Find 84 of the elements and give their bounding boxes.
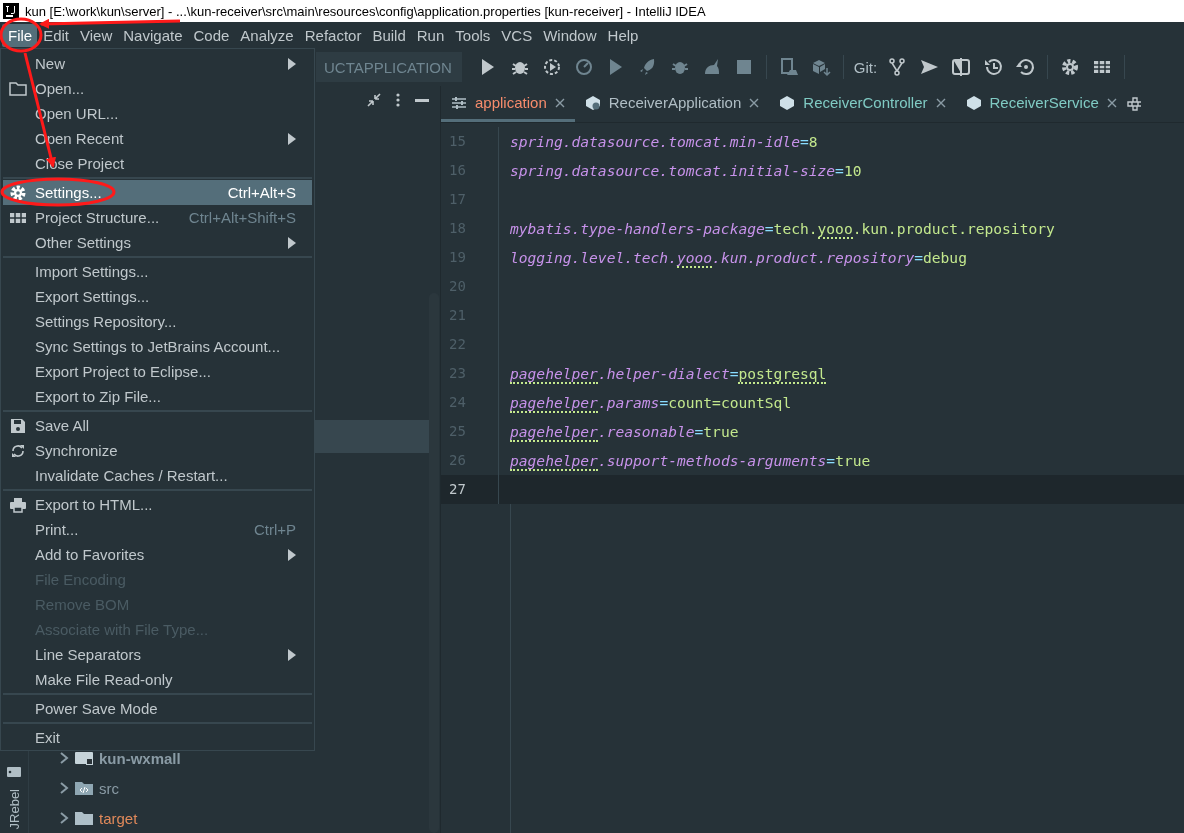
menu-option[interactable]: Export to HTML... [3, 492, 312, 517]
more-icon[interactable] [396, 91, 400, 108]
panel-icon [7, 766, 21, 777]
menu-option[interactable]: Export Project to Eclipse... [3, 359, 312, 384]
tree-item-label[interactable]: src [99, 779, 119, 797]
collapse-icon[interactable] [366, 91, 382, 108]
chevron-right-icon[interactable] [59, 812, 69, 824]
send-icon[interactable] [919, 57, 940, 77]
menu-item[interactable]: Run [410, 23, 450, 47]
class-icon [965, 94, 982, 111]
menu-option[interactable]: Save All [3, 413, 312, 438]
editor-tab[interactable]: ReceiverApplication [574, 86, 770, 122]
menu-option[interactable]: Project Structure... Ctrl+Alt+Shift+S [3, 205, 312, 230]
menu-option[interactable]: Synchronize [3, 438, 312, 463]
menu-option[interactable]: Export to Zip File... [3, 384, 312, 409]
menu-option[interactable]: Other Settings [3, 230, 312, 255]
menu-option[interactable]: New [3, 51, 312, 76]
menu-item[interactable]: View [74, 23, 118, 47]
structure-icon[interactable] [1126, 96, 1141, 112]
menu-item[interactable]: Help [601, 23, 644, 47]
device-icon[interactable] [778, 57, 799, 77]
code-line: spring.datasource.tomcat.initial-size=10 [510, 162, 862, 179]
settings-icon[interactable] [1060, 57, 1081, 77]
close-icon[interactable] [1106, 97, 1117, 108]
menu-item[interactable]: Window [537, 23, 602, 47]
coverage-icon[interactable] [541, 57, 562, 77]
tree-item-label[interactable]: kun-wxmall [99, 749, 181, 767]
tool-window-tab[interactable]: JRebel [6, 788, 22, 829]
code-line: pagehelper.reasonable=true [510, 423, 739, 440]
close-icon[interactable] [749, 97, 760, 108]
code-line: pagehelper.helper-dialect=postgresql [510, 365, 827, 382]
class-icon [584, 94, 601, 111]
menu-option[interactable]: Settings... Ctrl+Alt+S [3, 180, 312, 205]
package-icon[interactable] [810, 57, 831, 77]
code-line: logging.level.tech.yooo.kun.product.repository=debug [510, 249, 967, 266]
close-icon[interactable] [554, 97, 565, 108]
menu-item[interactable]: Edit [37, 23, 75, 47]
scrollbar[interactable] [429, 293, 439, 833]
menu-item[interactable]: Analyze [234, 23, 299, 47]
gauge-icon[interactable] [573, 57, 594, 77]
folder-icon [75, 811, 93, 825]
menu-option[interactable]: Import Settings... [3, 259, 312, 284]
code-line: pagehelper.params=count=countSql [510, 394, 792, 411]
tree-item-label[interactable]: target [99, 809, 138, 827]
git-label: Git: [853, 58, 878, 76]
menu-option[interactable]: Add to Favorites [3, 542, 312, 567]
menu-option[interactable]: Power Save Mode [3, 696, 312, 721]
folder-icon [9, 79, 27, 98]
menu-option[interactable]: Exit [3, 725, 312, 750]
settings-icon [9, 183, 27, 202]
menu-option[interactable]: Open... [3, 76, 312, 101]
code-line: mybatis.type-handlers-package=tech.yooo.kun.product.repository [510, 220, 1055, 237]
class-icon [779, 94, 796, 111]
settings-file-icon [451, 94, 467, 111]
menu-item[interactable]: Tools [449, 23, 496, 47]
menu-option[interactable]: Export Settings... [3, 284, 312, 309]
menu-item[interactable]: VCS [495, 23, 538, 47]
compare-icon[interactable] [951, 57, 972, 77]
chevron-right-icon[interactable] [59, 752, 69, 764]
app-logo-icon [3, 3, 19, 19]
code-line: pagehelper.support-methods-arguments=true [510, 452, 871, 469]
editor-tab[interactable]: application [441, 86, 575, 122]
menu-option[interactable]: Invalidate Caches / Restart... [3, 463, 312, 488]
menu-option[interactable]: Line Separators [3, 642, 312, 667]
menu-option[interactable]: Sync Settings to JetBrains Account... [3, 334, 312, 359]
menu-item[interactable]: Navigate [117, 23, 188, 47]
window-title: kun [E:\work\kun\server] - ...\kun-receiver\src\main\resources\config\application.properties [kun-receiver] - IntelliJ IDEA [25, 3, 706, 19]
menu-item[interactable]: Build [366, 23, 411, 47]
menu-item[interactable]: Code [187, 23, 235, 47]
menu-option[interactable]: Print... Ctrl+P [3, 517, 312, 542]
history-icon[interactable] [983, 57, 1004, 77]
revert-icon[interactable] [1015, 57, 1036, 77]
menu-option[interactable]: Make File Read-only [3, 667, 312, 692]
chevron-right-icon[interactable] [59, 782, 69, 794]
menu-option[interactable]: Settings Repository... [3, 309, 312, 334]
editor-tab[interactable]: ReceiverService [955, 86, 1127, 122]
branch-icon[interactable] [887, 57, 908, 77]
source-folder-icon [75, 781, 93, 795]
code-line: spring.datasource.tomcat.min-idle=8 [510, 133, 818, 150]
close-icon[interactable] [935, 97, 946, 108]
editor-tab[interactable]: ReceiverController [769, 86, 956, 122]
printer-icon [9, 495, 27, 514]
line-number: 27 [441, 475, 499, 504]
menu-item[interactable]: Refactor [298, 23, 367, 47]
